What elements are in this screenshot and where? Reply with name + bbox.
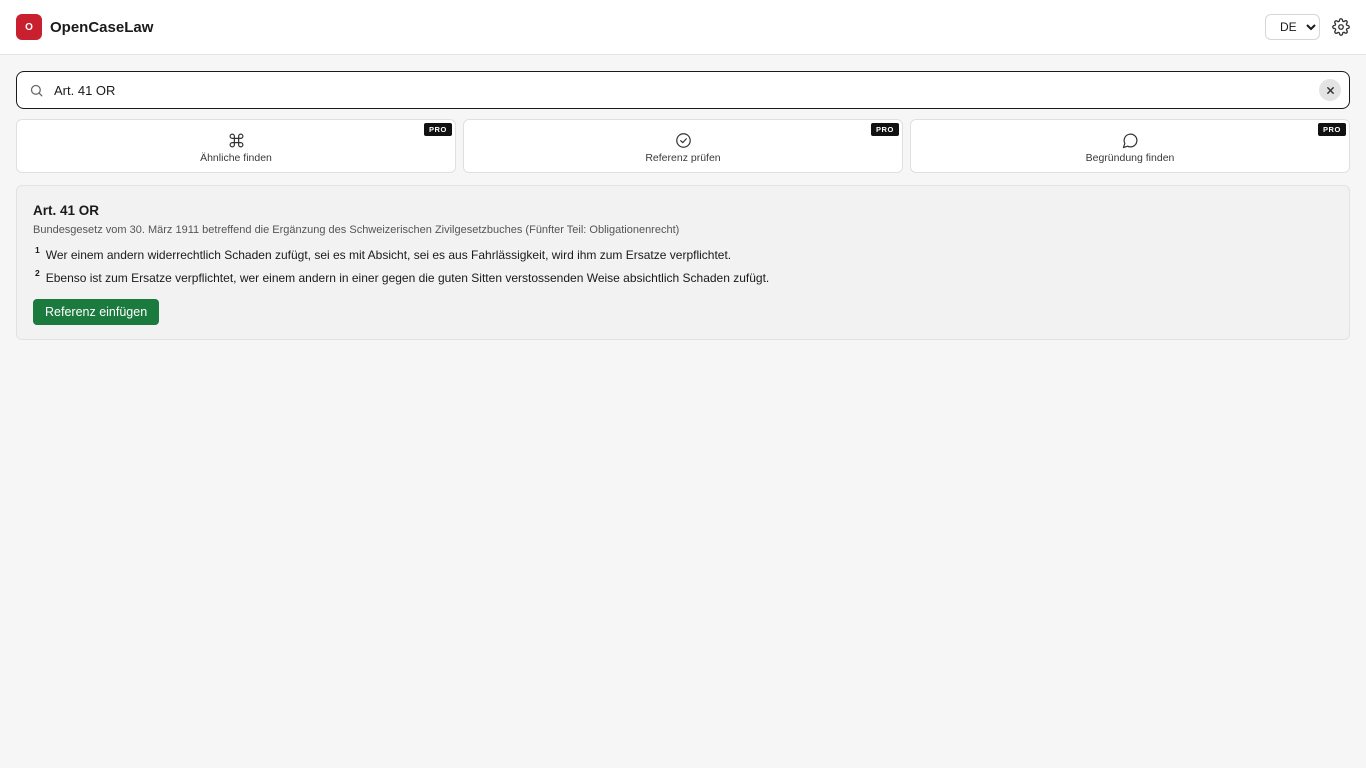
result-title: Art. 41 OR xyxy=(33,203,100,218)
clear-search-button[interactable] xyxy=(1319,79,1341,101)
search-input[interactable] xyxy=(54,82,1309,98)
app-header: O OpenCaseLaw DE xyxy=(0,0,1366,55)
result-subtitle: Bundesgesetz vom 30. März 1911 betreffen… xyxy=(33,224,680,236)
action-bar: PRO Ähnliche finden PRO Referenz prüfen … xyxy=(16,119,1350,173)
search-icon xyxy=(29,83,44,98)
find-similar-label: Ähnliche finden xyxy=(200,152,272,164)
check-circle-icon xyxy=(675,132,692,149)
find-reasoning-button[interactable]: PRO Begründung finden xyxy=(910,119,1350,173)
paragraph: 2 Ebenso ist zum Ersatze verpflichtet, w… xyxy=(33,268,1333,285)
settings-button[interactable] xyxy=(1332,18,1350,36)
gear-icon xyxy=(1332,18,1350,36)
paragraph-number: 1 xyxy=(35,245,40,255)
check-reference-label: Referenz prüfen xyxy=(645,152,721,164)
app-logo: O xyxy=(16,14,42,40)
header-controls: DE xyxy=(1265,14,1350,40)
check-reference-button[interactable]: PRO Referenz prüfen xyxy=(463,119,903,173)
search-bar[interactable] xyxy=(16,71,1350,109)
paragraph-text: Ebenso ist zum Ersatze verpflichtet, wer… xyxy=(45,271,770,285)
speech-bubble-icon xyxy=(1122,132,1139,149)
close-icon xyxy=(1326,86,1334,94)
paragraph-text: Wer einem andern widerrechtlich Schaden … xyxy=(45,248,732,262)
language-select[interactable]: DE xyxy=(1265,14,1320,40)
pro-badge: PRO xyxy=(1317,123,1346,136)
result-card: Art. 41 OR Bundesgesetz vom 30. März 191… xyxy=(16,185,1350,340)
paragraph-number: 2 xyxy=(35,268,40,278)
brand-name: OpenCaseLaw xyxy=(50,18,154,36)
find-reasoning-label: Begründung finden xyxy=(1085,152,1175,164)
paragraph: 1 Wer einem andern widerrechtlich Schade… xyxy=(33,245,1333,262)
brand[interactable]: O OpenCaseLaw xyxy=(16,14,153,40)
pro-badge: PRO xyxy=(423,123,452,136)
find-similar-button[interactable]: PRO Ähnliche finden xyxy=(16,119,456,173)
command-icon xyxy=(228,132,245,149)
pro-badge: PRO xyxy=(870,123,899,136)
insert-reference-button[interactable]: Referenz einfügen xyxy=(33,299,160,325)
main-content: PRO Ähnliche finden PRO Referenz prüfen … xyxy=(0,55,1366,340)
